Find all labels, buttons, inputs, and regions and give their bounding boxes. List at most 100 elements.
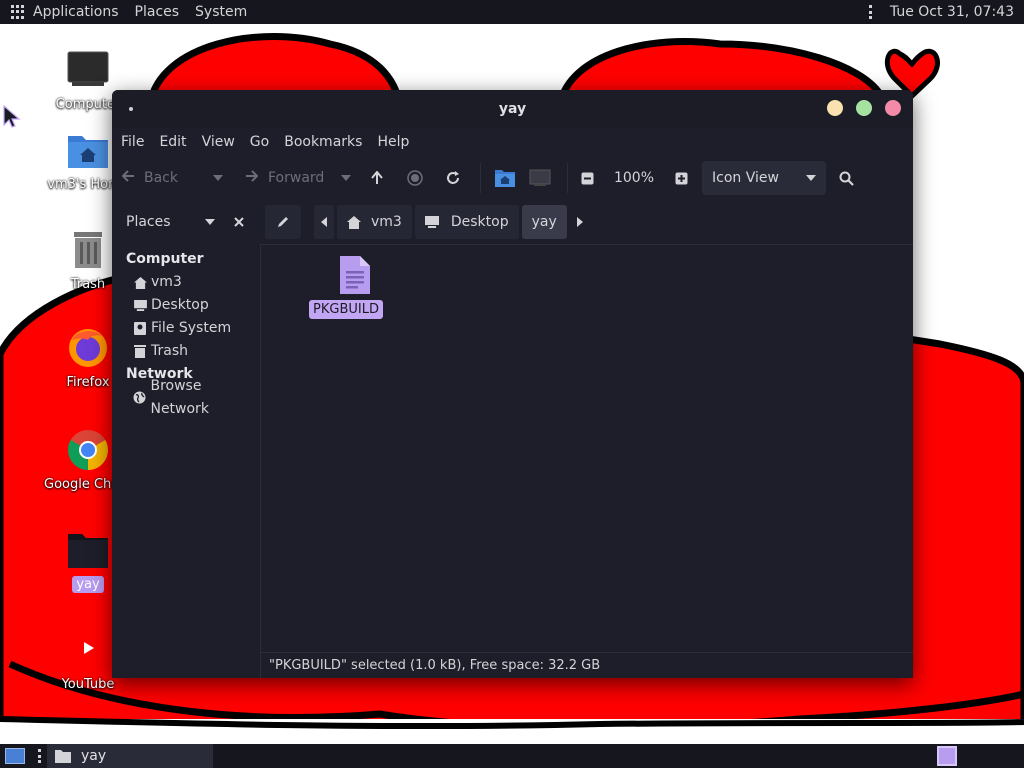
arrow-left-icon [121,169,136,187]
zoom-in-icon [675,172,687,184]
forward-button[interactable]: Forward [238,162,334,194]
reload-button[interactable] [434,162,472,194]
youtube-icon [66,628,110,672]
chevron-down-icon[interactable] [204,219,215,225]
network-icon [133,391,146,405]
pencil-icon [278,217,288,227]
zoom-out-icon [581,172,593,184]
places-select-label[interactable]: Places [126,214,171,230]
sidebar-header: Places [112,200,261,244]
view-mode-label: Icon View [712,170,779,186]
sidebar-item-label: vm3 [151,274,182,290]
status-bar: "PKGBUILD" selected (1.0 kB), Free space… [261,652,913,678]
caret-left-icon [321,217,327,227]
stop-icon [407,170,423,186]
sidebar-item-label: Trash [151,343,188,359]
view-mode-select[interactable]: Icon View [702,161,826,195]
home-icon [133,276,147,290]
applications-grid-icon[interactable] [11,5,25,19]
up-button[interactable] [358,162,396,194]
zoom-in-button[interactable] [670,162,692,194]
path-label: vm3 [371,214,402,230]
menu-system[interactable]: System [195,4,247,20]
computer-button[interactable] [521,162,559,194]
home-folder-icon [495,170,515,187]
sidebar-item-label: File System [151,320,232,336]
chevron-down-icon [213,175,223,181]
workspace-switcher[interactable] [937,746,957,766]
location-bar: Places vm3 Desktop yay [112,200,913,244]
menu-places[interactable]: Places [135,4,180,20]
menu-bookmarks[interactable]: Bookmarks [284,134,362,150]
panel-handle-icon[interactable] [38,749,41,763]
search-button[interactable] [826,162,866,194]
text-file-icon [327,255,383,299]
arrow-up-icon [371,171,383,184]
firefox-icon [66,326,110,370]
menu-view[interactable]: View [202,134,235,150]
home-folder-icon [66,128,110,172]
path-scroll-right-button[interactable] [570,205,590,239]
window-menu-icon[interactable] [129,107,133,111]
menu-go[interactable]: Go [250,134,269,150]
close-sidebar-icon[interactable] [234,217,244,227]
path-button-desktop[interactable]: Desktop [414,205,519,239]
stop-button[interactable] [396,162,434,194]
sidebar-heading-computer: Computer [126,251,204,267]
panel-handle-icon[interactable] [868,5,872,19]
show-desktop-icon[interactable] [5,748,25,764]
arrow-right-icon [244,169,259,187]
zoom-level: 100% [613,170,655,186]
home-button[interactable] [489,162,521,194]
forward-history-dropdown[interactable] [334,162,358,194]
desktop-icon-label: Firefox [66,375,110,390]
zoom-out-button[interactable] [576,162,598,194]
path-scroll-left-button[interactable] [314,205,334,239]
menu-edit[interactable]: Edit [159,134,186,150]
menu-applications[interactable]: Applications [33,4,119,20]
status-text: "PKGBUILD" selected (1.0 kB), Free space… [269,658,601,673]
monitor-icon [66,48,110,92]
drive-icon [133,322,147,336]
toolbar-separator [567,163,568,193]
path-button-vm3[interactable]: vm3 [337,205,412,239]
toolbar-separator [480,163,481,193]
chevron-down-icon [341,175,351,181]
search-icon [839,171,854,186]
desktop-icon-label: YouTube [61,677,115,692]
taskbar-item-label: yay [81,748,107,764]
sidebar-item-desktop[interactable]: Desktop [112,294,260,317]
trash-icon [133,345,147,359]
sidebar-item-file-system[interactable]: File System [112,317,260,340]
file-view[interactable]: PKGBUILD [261,244,913,652]
path-label: yay [531,214,557,230]
monitor-icon [529,169,551,186]
file-item-pkgbuild[interactable]: PKGBUILD [309,255,383,319]
clock[interactable]: Tue Oct 31, 07:43 [890,4,1014,20]
folder-icon [55,749,71,763]
toolbar: Back Forward 100% Icon View [112,156,913,200]
toggle-location-entry-button[interactable] [265,205,301,239]
title-bar[interactable]: yay [112,90,913,128]
menu-help[interactable]: Help [377,134,409,150]
sidebar-item-browse-network[interactable]: Browse Network [112,378,260,417]
path-button-yay[interactable]: yay [521,205,567,239]
maximize-button[interactable] [856,100,872,116]
sidebar-item-trash[interactable]: Trash [112,340,260,363]
menu-file[interactable]: File [121,134,144,150]
minimize-button[interactable] [827,100,843,116]
desktop-icon [133,299,147,313]
back-history-dropdown[interactable] [198,162,238,194]
window-title: yay [498,101,527,117]
chevron-down-icon [806,175,816,181]
bottom-panel: yay [0,744,1024,768]
desktop-icon [424,216,439,228]
top-panel: Applications Places System Tue Oct 31, 0… [0,0,1024,24]
home-icon [347,215,361,229]
close-button[interactable] [885,100,901,116]
back-label: Back [144,170,178,186]
taskbar-item-yay[interactable]: yay [47,744,213,768]
back-button[interactable]: Back [121,162,198,194]
sidebar-item-vm3[interactable]: vm3 [112,271,260,294]
sidebar: Computer vm3 Desktop File System Trash N… [112,244,261,678]
